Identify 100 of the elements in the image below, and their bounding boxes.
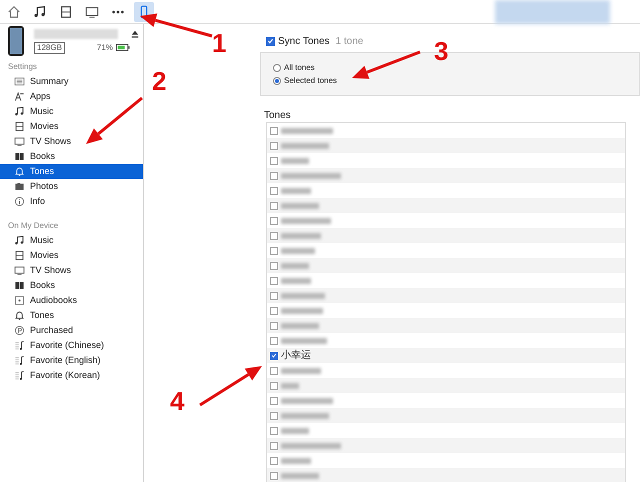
tone-checkbox[interactable] [270,352,278,360]
bell-icon [14,166,25,177]
playlist-icon [14,370,25,381]
tone-checkbox[interactable] [270,412,278,420]
blurred-text [281,368,321,374]
blurred-text [281,458,311,464]
blurred-text [281,232,321,238]
tone-checkbox[interactable] [270,262,278,270]
sidebar-item[interactable]: Info [0,194,143,209]
tone-checkbox[interactable] [270,246,278,254]
sidebar-item[interactable]: Tones [0,164,143,179]
tone-checkbox[interactable] [270,426,278,434]
sidebar-item[interactable]: Summary [0,74,143,89]
tone-checkbox[interactable] [270,456,278,464]
section-heading: Tones [264,109,292,122]
sidebar-item[interactable]: Books [0,278,143,293]
blurred-text [281,382,299,388]
info-icon [14,196,25,207]
sidebar-item[interactable]: Favorite (Korean) [0,368,143,383]
tone-checkbox[interactable] [270,472,278,480]
tone-checkbox[interactable] [270,232,278,240]
bell-icon [14,310,25,321]
tone-checkbox[interactable] [270,336,278,344]
blurred-text [281,308,323,314]
annotation-number: 4 [170,388,184,414]
tone-checkbox[interactable] [270,442,278,450]
sidebar-item[interactable]: Music [0,104,143,119]
sidebar-item[interactable]: Movies [0,119,143,134]
blurred-text [281,188,311,194]
eject-icon[interactable] [131,30,139,38]
phone-image [8,26,24,56]
blurred-text [281,128,333,134]
sidebar-item[interactable]: Photos [0,179,143,194]
film-icon [59,4,73,18]
purchased-icon [14,325,25,336]
music-note-icon [14,235,25,246]
blurred-text [281,472,319,478]
tone-checkbox[interactable] [270,172,278,180]
tv-icon [85,4,99,18]
audiobook-icon [14,295,25,306]
annotation-number: 1 [212,30,226,56]
sidebar-item[interactable]: Purchased [0,323,143,338]
playlist-icon [14,340,25,351]
radio-option[interactable]: Selected tones [273,76,639,84]
battery-icon [116,44,130,51]
list-icon [14,76,25,87]
tone-checkbox[interactable] [270,276,278,284]
blurred-text [281,218,331,224]
sidebar-item[interactable]: TV Shows [0,134,143,149]
tone-checkbox[interactable] [270,156,278,164]
music-note-icon [33,4,47,18]
section-heading: On My Device [7,220,60,232]
blurred-text [281,142,329,148]
section-heading: Settings [7,61,38,73]
sidebar-item[interactable]: Favorite (Chinese) [0,338,143,353]
arrow [86,96,143,144]
sidebar-item[interactable]: Movies [0,248,143,263]
apps-icon [14,91,25,102]
blurred-text [281,172,341,178]
tone-checkbox[interactable] [270,292,278,300]
blurred-text [281,398,333,404]
house-icon [7,4,21,18]
blurred-text [281,322,319,328]
arrow [199,366,262,406]
tone-name: 小幸运 [281,350,311,360]
tone-count: 1 tone [336,34,364,48]
blurred-text [281,262,309,268]
tv-icon [14,136,25,147]
sidebar-item[interactable]: TV Shows [0,263,143,278]
book-icon [14,280,25,291]
tone-checkbox[interactable] [270,186,278,194]
book-icon [14,151,25,162]
sidebar-item[interactable]: Apps [0,89,143,104]
tone-checkbox[interactable] [270,126,278,134]
blurred-text [281,248,315,254]
tone-checkbox[interactable] [270,142,278,150]
sync-label: Sync Tones [278,34,330,48]
blurred-text [281,442,341,448]
battery-percentage: 71% [96,42,113,52]
blurred-text [281,292,325,298]
sidebar-item[interactable]: Music [0,233,143,248]
tone-checkbox[interactable] [270,382,278,390]
tone-checkbox[interactable] [270,306,278,314]
blurred-text [281,278,311,284]
sync-checkbox[interactable] [266,36,275,46]
blurred-text [281,202,319,208]
sidebar-item[interactable]: Audiobooks [0,293,143,308]
tone-checkbox[interactable] [270,322,278,330]
film-icon [14,121,25,132]
tone-checkbox[interactable] [270,202,278,210]
sidebar-item[interactable]: Tones [0,308,143,323]
sidebar-item[interactable]: Books [0,149,143,164]
sidebar-item[interactable]: Favorite (English) [0,353,143,368]
blurred-text [281,428,309,434]
tone-checkbox[interactable] [270,216,278,224]
tone-checkbox[interactable] [270,396,278,404]
film-icon [14,250,25,261]
blurred-text [281,412,329,418]
radio-option[interactable]: All tones [273,64,639,72]
tone-checkbox[interactable] [270,366,278,374]
